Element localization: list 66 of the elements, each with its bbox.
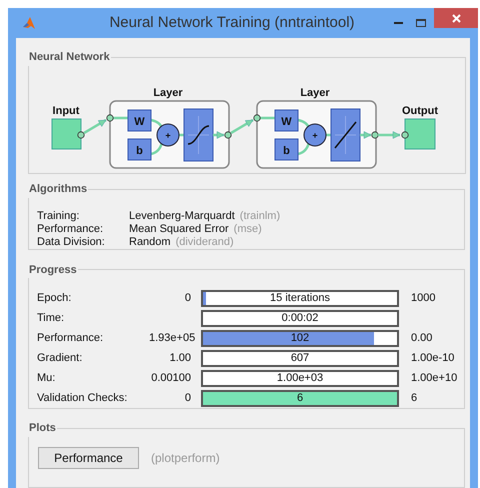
connection-dot xyxy=(371,130,379,138)
algorithm-label: Performance: xyxy=(37,222,104,237)
algorithm-value: Random xyxy=(129,234,171,250)
connection-dot xyxy=(77,130,85,138)
bias-block: b xyxy=(128,138,152,160)
connector-line xyxy=(150,118,164,128)
weight-block: W xyxy=(274,109,298,131)
progress-reading: 102 xyxy=(290,330,310,346)
function-name: (mse) xyxy=(234,222,262,237)
connector-arrow xyxy=(360,130,372,138)
end-value: 1.00e+10 xyxy=(411,370,458,386)
connector-arrow xyxy=(83,118,107,134)
end-value: 1000 xyxy=(411,290,436,306)
connector-arrow xyxy=(230,118,254,134)
connection-dot xyxy=(224,130,232,138)
input-label: Input xyxy=(52,104,80,116)
sum-node: + xyxy=(156,123,180,146)
layer-label: Layer xyxy=(300,86,330,98)
transfer-function-block xyxy=(330,108,360,161)
connector-line xyxy=(298,141,310,155)
plot-button[interactable]: Performance xyxy=(38,446,139,468)
algorithm-value: Mean Squared Error xyxy=(129,222,229,237)
transfer-function-block xyxy=(184,108,214,161)
output-label: Output xyxy=(402,104,438,116)
group-title: Progress xyxy=(28,262,78,278)
algorithm-value: Levenberg-Marquardt xyxy=(129,208,235,224)
end-value: 1.00e-10 xyxy=(411,350,454,366)
connector-arrow xyxy=(378,130,400,138)
peak-logo-icon xyxy=(22,16,36,30)
connector-line xyxy=(260,116,275,119)
connector-line xyxy=(150,141,164,155)
start-value: 0 xyxy=(184,290,191,306)
close-icon xyxy=(452,14,460,22)
connector-arrow xyxy=(213,130,224,138)
bias-block: b xyxy=(274,138,298,160)
progress-label: Gradient: xyxy=(37,350,84,366)
progress-reading: 15 iterations xyxy=(270,290,330,306)
connector-line xyxy=(113,116,128,119)
progress-label: Performance: xyxy=(37,330,104,346)
start-value: 0 xyxy=(184,390,191,406)
connector-line xyxy=(298,118,310,128)
algorithm-label: Data Division: xyxy=(37,234,106,250)
start-value: 0.00100 xyxy=(150,370,191,386)
connection-dot xyxy=(253,114,261,122)
group-title: Plots xyxy=(28,421,57,436)
progress-label: Time: xyxy=(37,310,66,326)
group-title: Algorithms xyxy=(28,182,88,197)
end-value: 0.00 xyxy=(411,330,432,346)
start-value: 1.00 xyxy=(168,350,191,366)
progress-label: Validation Checks: xyxy=(37,390,128,406)
function-name: (plotperform) xyxy=(151,450,220,466)
weight-block: W xyxy=(128,109,152,131)
window-title: Neural Network Training (nntraintool) xyxy=(108,12,356,33)
sum-node: + xyxy=(304,123,326,146)
function-name: (dividerand) xyxy=(176,234,234,250)
algorithm-label: Training: xyxy=(37,208,80,224)
function-name: (trainlm) xyxy=(240,208,280,224)
connection-dot xyxy=(106,114,114,122)
progress-reading: 6 xyxy=(296,390,304,406)
layer-label: Layer xyxy=(153,86,183,98)
progress-label: Epoch: xyxy=(37,290,72,306)
close-button[interactable] xyxy=(434,8,478,28)
group-title: Neural Network xyxy=(28,50,111,65)
connection-dot xyxy=(401,130,409,138)
end-value: 6 xyxy=(411,390,418,406)
progress-label: Mu: xyxy=(37,370,56,386)
